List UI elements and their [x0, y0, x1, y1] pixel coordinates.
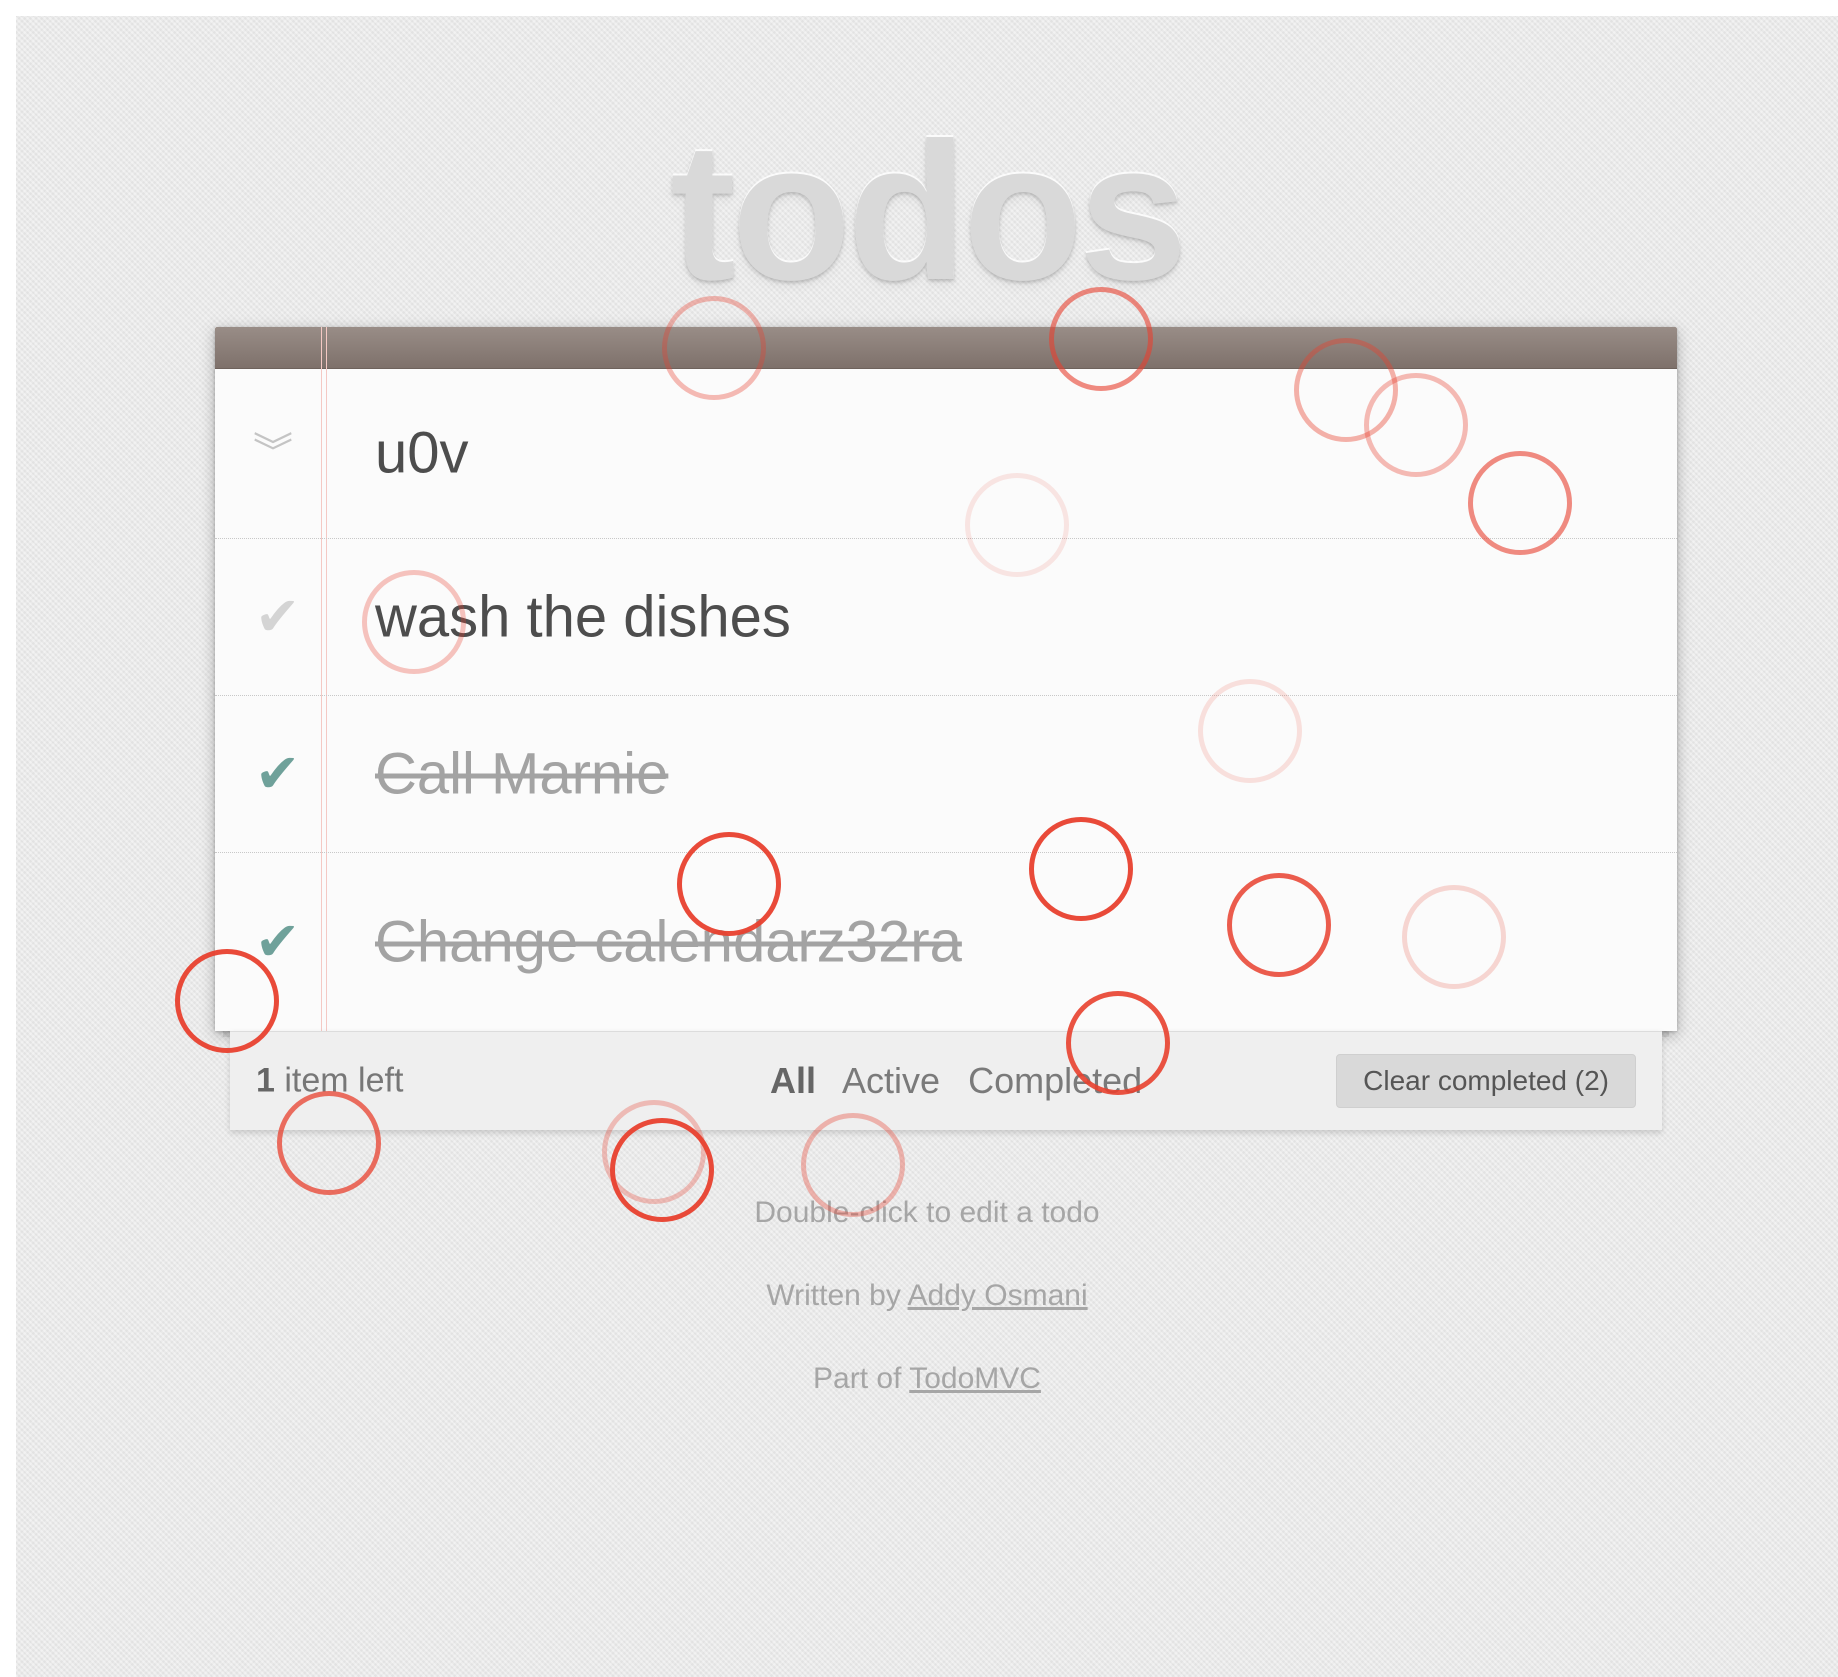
todomvc-link[interactable]: TodoMVC [909, 1362, 1041, 1395]
info-footer: Double-click to edit a todo Written by A… [16, 1194, 1838, 1443]
filters: All Active Completed [770, 1060, 1160, 1102]
filter-active[interactable]: Active [842, 1060, 940, 1101]
todo-count-suffix: item left [274, 1061, 404, 1100]
app-title: todos [670, 102, 1187, 321]
filter-all[interactable]: All [770, 1060, 816, 1101]
todo-label[interactable]: Call Marnie [375, 741, 668, 808]
todo-count: 1 item left [256, 1062, 403, 1101]
checkmark-icon[interactable]: ✔ [255, 747, 300, 801]
checkmark-icon[interactable]: ✔ [255, 915, 300, 969]
clear-completed-button[interactable]: Clear completed (2) [1336, 1054, 1636, 1108]
edit-hint: Double-click to edit a todo [754, 1196, 1100, 1229]
new-todo-input[interactable]: u0v [375, 420, 469, 487]
filter-completed[interactable]: Completed [968, 1060, 1142, 1101]
todo-app-panel: ︾ u0v ✔ wash the dishes ✔ Call Marnie ✔ … [215, 327, 1677, 1031]
written-by-prefix: Written by [766, 1279, 908, 1312]
credits-project: Part of TodoMVC [16, 1360, 1838, 1397]
part-of-prefix: Part of [813, 1362, 910, 1395]
new-todo-row: ︾ u0v [215, 368, 1677, 539]
todo-label[interactable]: wash the dishes [375, 584, 791, 651]
credits-author: Written by Addy Osmani [16, 1277, 1838, 1314]
todo-label[interactable]: Change calendarz32ra [375, 909, 962, 976]
author-link[interactable]: Addy Osmani [908, 1279, 1088, 1312]
todo-item[interactable]: ✔ Call Marnie [215, 696, 1677, 853]
checkmark-icon[interactable]: ✔ [255, 590, 300, 644]
toggle-all-icon[interactable]: ︾ [253, 433, 293, 473]
todo-item[interactable]: ✔ Change calendarz32ra [215, 853, 1677, 1031]
todo-item[interactable]: ✔ wash the dishes [215, 539, 1677, 696]
page-background: todos ︾ u0v ✔ wash the dishes ✔ Call Mar… [16, 16, 1838, 1677]
todo-count-number: 1 [256, 1061, 275, 1100]
todo-footer: 1 item left All Active Completed Clear c… [230, 1031, 1662, 1130]
header-bar [215, 327, 1677, 369]
